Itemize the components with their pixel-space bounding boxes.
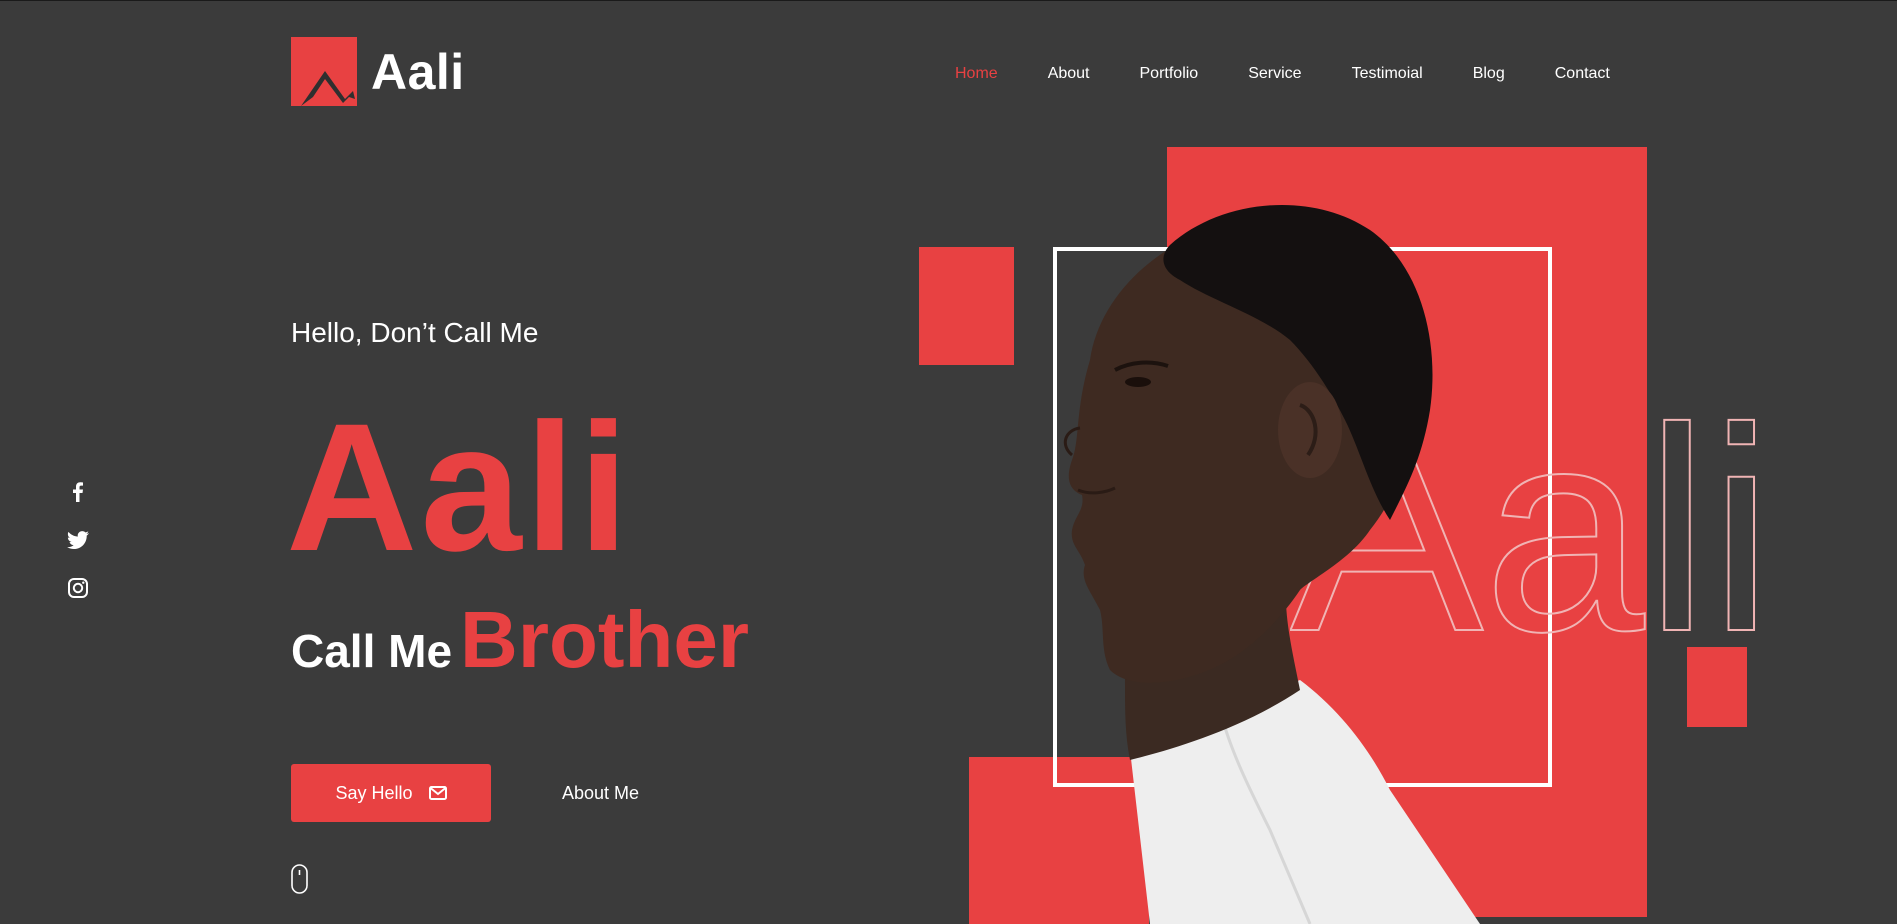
nav-item-portfolio[interactable]: Portfolio [1140, 63, 1199, 85]
nav-item-service[interactable]: Service [1248, 63, 1301, 85]
decor-square-top [919, 247, 1014, 365]
facebook-icon[interactable] [66, 480, 90, 504]
nav-item-contact[interactable]: Contact [1555, 63, 1610, 85]
page: Aali Home About Portfolio Service Testim… [0, 0, 1897, 924]
hero-greeting: Hello, Don’t Call Me [291, 317, 539, 348]
instagram-icon[interactable] [66, 576, 90, 600]
nav-item-home[interactable]: Home [955, 63, 998, 85]
logo-text: Aali [371, 43, 465, 100]
social-links [66, 480, 90, 624]
nav-item-blog[interactable]: Blog [1473, 63, 1505, 85]
portrait-image [1063, 204, 1480, 924]
decor-square-right [1687, 647, 1747, 727]
about-me-link[interactable]: About Me [562, 783, 639, 803]
logo-mark-icon [291, 37, 357, 106]
hero-name: Aali [286, 385, 632, 589]
nav-item-about[interactable]: About [1048, 63, 1090, 85]
top-border [0, 0, 1897, 1]
hero-nickname: Brother [460, 595, 749, 684]
nav-item-testimonial[interactable]: Testimoial [1352, 63, 1423, 85]
say-hello-label: Say Hello [335, 782, 413, 803]
say-hello-button[interactable]: Say Hello [291, 764, 491, 822]
envelope-icon [428, 786, 447, 800]
hero-tagline: Call Me Brother [291, 600, 749, 680]
main-nav: Home About Portfolio Service Testimoial … [955, 63, 1610, 85]
logo[interactable]: Aali [291, 37, 465, 106]
twitter-icon[interactable] [66, 528, 90, 552]
scroll-mouse-icon[interactable] [291, 864, 308, 894]
hero-call-me: Call Me [291, 625, 453, 677]
